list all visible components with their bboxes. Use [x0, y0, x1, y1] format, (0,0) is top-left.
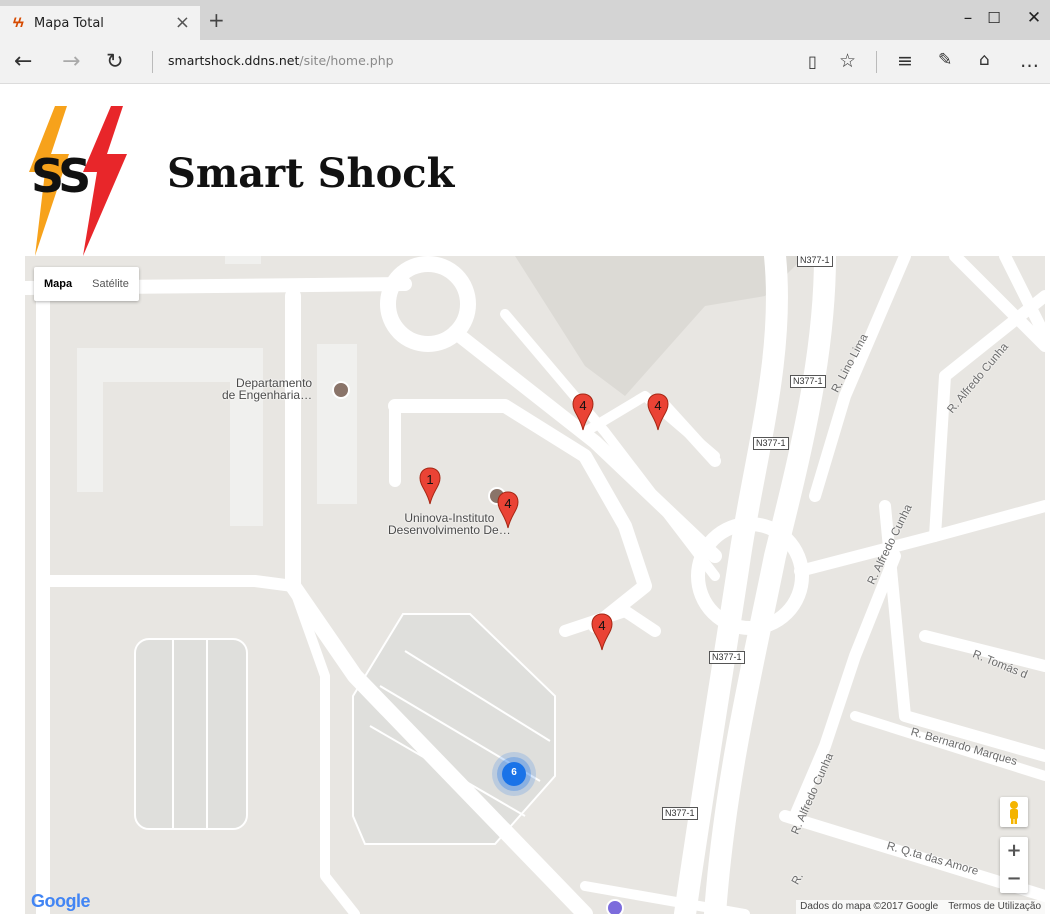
- map-marker[interactable]: 4: [647, 393, 669, 431]
- road-shield: N377-1: [753, 437, 789, 450]
- zoom-control: + −: [1000, 837, 1028, 893]
- close-window-icon[interactable]: ✕: [1024, 8, 1044, 28]
- url-field[interactable]: smartshock.ddns.net/site/home.php: [168, 53, 394, 68]
- poi-departamento-label[interactable]: Departamento de Engenharia…: [222, 377, 312, 401]
- map-marker[interactable]: 4: [591, 613, 613, 651]
- google-logo[interactable]: Google: [31, 891, 91, 912]
- marker-label: 4: [504, 496, 512, 511]
- more-icon[interactable]: …: [1020, 50, 1039, 72]
- web-note-icon[interactable]: ✎: [938, 50, 952, 70]
- tab-title: Mapa Total: [34, 15, 104, 31]
- marker-label: 4: [579, 398, 587, 413]
- share-icon[interactable]: ⌂: [979, 50, 990, 70]
- map-attribution: Dados do mapa ©2017 Google Termos de Util…: [796, 900, 1045, 914]
- marker-label: 1: [426, 472, 434, 487]
- street-view-pegman-icon[interactable]: [1000, 797, 1028, 827]
- map-type-satellite-button[interactable]: Satélite: [82, 267, 139, 301]
- road-shield: N377-1: [662, 807, 698, 820]
- poi-uninova-label[interactable]: Uninova-Instituto Desenvolvimento De…: [388, 512, 511, 536]
- close-tab-icon[interactable]: ×: [175, 12, 190, 33]
- address-bar: ← → ↻ smartshock.ddns.net/site/home.php …: [0, 40, 1050, 84]
- road-shield: N377-1: [709, 651, 745, 664]
- cluster-count: 6: [511, 767, 517, 778]
- site-title: Smart Shock: [167, 150, 455, 197]
- terms-link[interactable]: Termos de Utilização: [948, 901, 1041, 912]
- site-favicon-icon: ϟϟ: [12, 16, 25, 30]
- zoom-in-button[interactable]: +: [1000, 837, 1028, 865]
- poi-label-line: Desenvolvimento De…: [388, 523, 511, 537]
- reading-view-icon[interactable]: ▯: [808, 52, 817, 71]
- smart-shock-logo: SS: [25, 106, 130, 256]
- map-type-map-button[interactable]: Mapa: [34, 267, 82, 301]
- svg-text:SS: SS: [31, 149, 88, 203]
- browser-tab[interactable]: ϟϟ Mapa Total ×: [0, 6, 200, 40]
- url-path: /site/home.php: [299, 53, 394, 68]
- maximize-icon[interactable]: ☐: [984, 9, 1004, 27]
- map-data-credit: Dados do mapa ©2017 Google: [800, 901, 939, 912]
- minimize-icon[interactable]: –: [958, 8, 978, 28]
- road-shield: N377-1: [797, 256, 833, 267]
- google-map[interactable]: Mapa Satélite Departamento de Engenharia…: [25, 256, 1045, 914]
- hub-icon[interactable]: ≡: [897, 50, 913, 72]
- back-arrow-icon[interactable]: ←: [14, 49, 32, 74]
- map-type-control: Mapa Satélite: [34, 267, 139, 301]
- url-host: smartshock.ddns.net: [168, 53, 300, 68]
- refresh-icon[interactable]: ↻: [106, 49, 124, 73]
- poi-label-line: de Engenharia…: [222, 388, 313, 402]
- browser-tab-bar: ϟϟ Mapa Total × + – ☐ ✕: [0, 0, 1050, 40]
- map-marker[interactable]: 4: [497, 491, 519, 529]
- zoom-out-button[interactable]: −: [1000, 865, 1028, 893]
- map-marker[interactable]: 1: [419, 467, 441, 505]
- favorite-star-icon[interactable]: ☆: [839, 50, 856, 72]
- map-marker[interactable]: 4: [572, 393, 594, 431]
- marker-label: 4: [654, 398, 662, 413]
- marker-cluster[interactable]: 6: [491, 751, 537, 797]
- road-shield: N377-1: [790, 375, 826, 388]
- map-canvas: [25, 256, 1045, 914]
- forward-arrow-icon[interactable]: →: [62, 49, 80, 74]
- new-tab-icon[interactable]: +: [208, 8, 225, 32]
- marker-label: 4: [598, 618, 606, 633]
